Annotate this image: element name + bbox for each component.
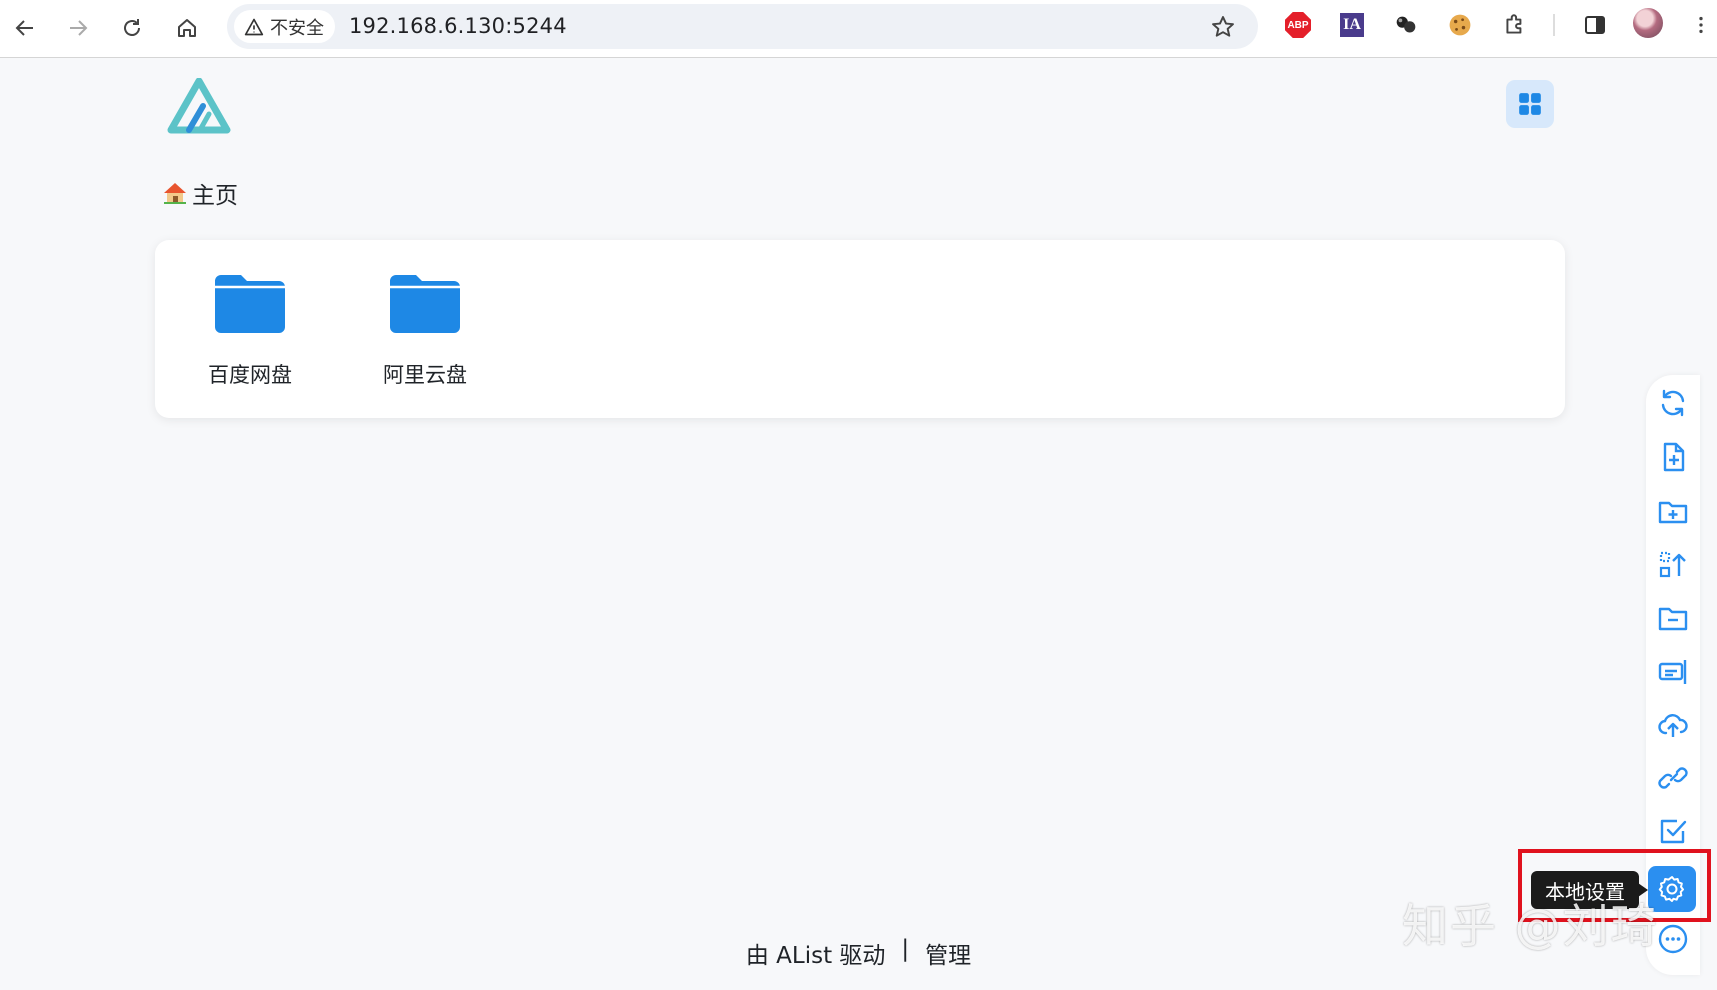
extensions-button[interactable]: [1500, 10, 1530, 40]
url-text[interactable]: 192.168.6.130:5244: [349, 4, 567, 49]
balls-icon: [1396, 16, 1416, 33]
link-button[interactable]: [1656, 761, 1690, 795]
puzzle-icon: [1506, 14, 1522, 34]
refresh-button[interactable]: [1656, 386, 1690, 420]
link-icon: [1658, 767, 1688, 789]
refresh-icon: [1661, 389, 1685, 417]
cookie-icon: [1449, 14, 1471, 36]
home-icon: [178, 19, 196, 37]
adblock-extension[interactable]: ABP: [1283, 10, 1313, 40]
breadcrumb[interactable]: 主页: [162, 176, 238, 210]
powered-by-text: 由 AList 驱动: [745, 943, 886, 969]
abp-icon: ABP: [1285, 12, 1311, 38]
star-icon[interactable]: [1210, 14, 1236, 40]
select-mode-button[interactable]: [1656, 814, 1690, 848]
folder-collapse-button[interactable]: [1656, 601, 1690, 635]
breadcrumb-home-label[interactable]: 主页: [192, 176, 238, 210]
batch-upload-button[interactable]: [1656, 548, 1690, 582]
arrow-right-icon: [70, 20, 88, 36]
warning-icon: [244, 18, 264, 35]
folder-item[interactable]: 百度网盘: [185, 270, 315, 400]
side-panel-icon: [1585, 16, 1605, 34]
folder-minus-icon: [1658, 607, 1688, 631]
new-file-icon: [1663, 442, 1685, 472]
reload-button[interactable]: [113, 9, 151, 47]
upload-grid-icon: [1659, 551, 1686, 578]
arrow-left-icon: [15, 20, 33, 36]
cookie-extension[interactable]: [1445, 10, 1475, 40]
forward-button[interactable]: [59, 9, 97, 47]
side-panel-button[interactable]: [1580, 10, 1610, 40]
home-button[interactable]: [168, 9, 206, 47]
offline-download-button[interactable]: [1656, 654, 1690, 688]
security-label: 不安全: [270, 17, 324, 39]
toolbar-divider: [1553, 14, 1555, 36]
folder-item[interactable]: 阿里云盘: [360, 270, 490, 400]
house-icon: [164, 183, 186, 204]
kebab-menu-icon: [1699, 16, 1703, 34]
new-folder-button[interactable]: [1656, 494, 1690, 528]
folder-name: 阿里云盘: [383, 363, 467, 387]
browser-toolbar: 不安全 192.168.6.130:5244 ABP IA: [0, 0, 1717, 58]
ia-icon: IA: [1340, 13, 1364, 37]
checkbox-icon: [1660, 819, 1687, 844]
grid-view-icon: [1519, 93, 1541, 115]
alist-logo[interactable]: [167, 78, 231, 134]
offline-download-icon: [1658, 660, 1687, 684]
footer-separator: |: [901, 936, 910, 962]
manage-link[interactable]: 管理: [925, 936, 971, 970]
folder-icon: [215, 275, 285, 333]
footer: 由 AList 驱动 | 管理: [0, 936, 1717, 970]
new-file-button[interactable]: [1656, 440, 1690, 474]
folder-icon: [390, 275, 460, 333]
cloud-upload-icon: [1658, 714, 1688, 737]
profile-avatar[interactable]: [1633, 8, 1663, 38]
upload-button[interactable]: [1656, 708, 1690, 742]
browser-menu-button[interactable]: [1686, 10, 1716, 40]
back-button[interactable]: [6, 9, 44, 47]
address-bar[interactable]: 不安全 192.168.6.130:5244: [227, 4, 1258, 49]
ia-extension[interactable]: IA: [1337, 10, 1367, 40]
folder-name: 百度网盘: [208, 363, 292, 387]
security-chip[interactable]: 不安全: [234, 10, 335, 43]
folder-plus-icon: [1658, 501, 1688, 524]
file-list-panel: 百度网盘 阿里云盘: [155, 240, 1565, 418]
reload-icon: [124, 19, 140, 36]
layout-toggle-button[interactable]: [1506, 80, 1554, 128]
balls-extension[interactable]: [1391, 10, 1421, 40]
annotation-highlight-box: [1518, 849, 1711, 922]
